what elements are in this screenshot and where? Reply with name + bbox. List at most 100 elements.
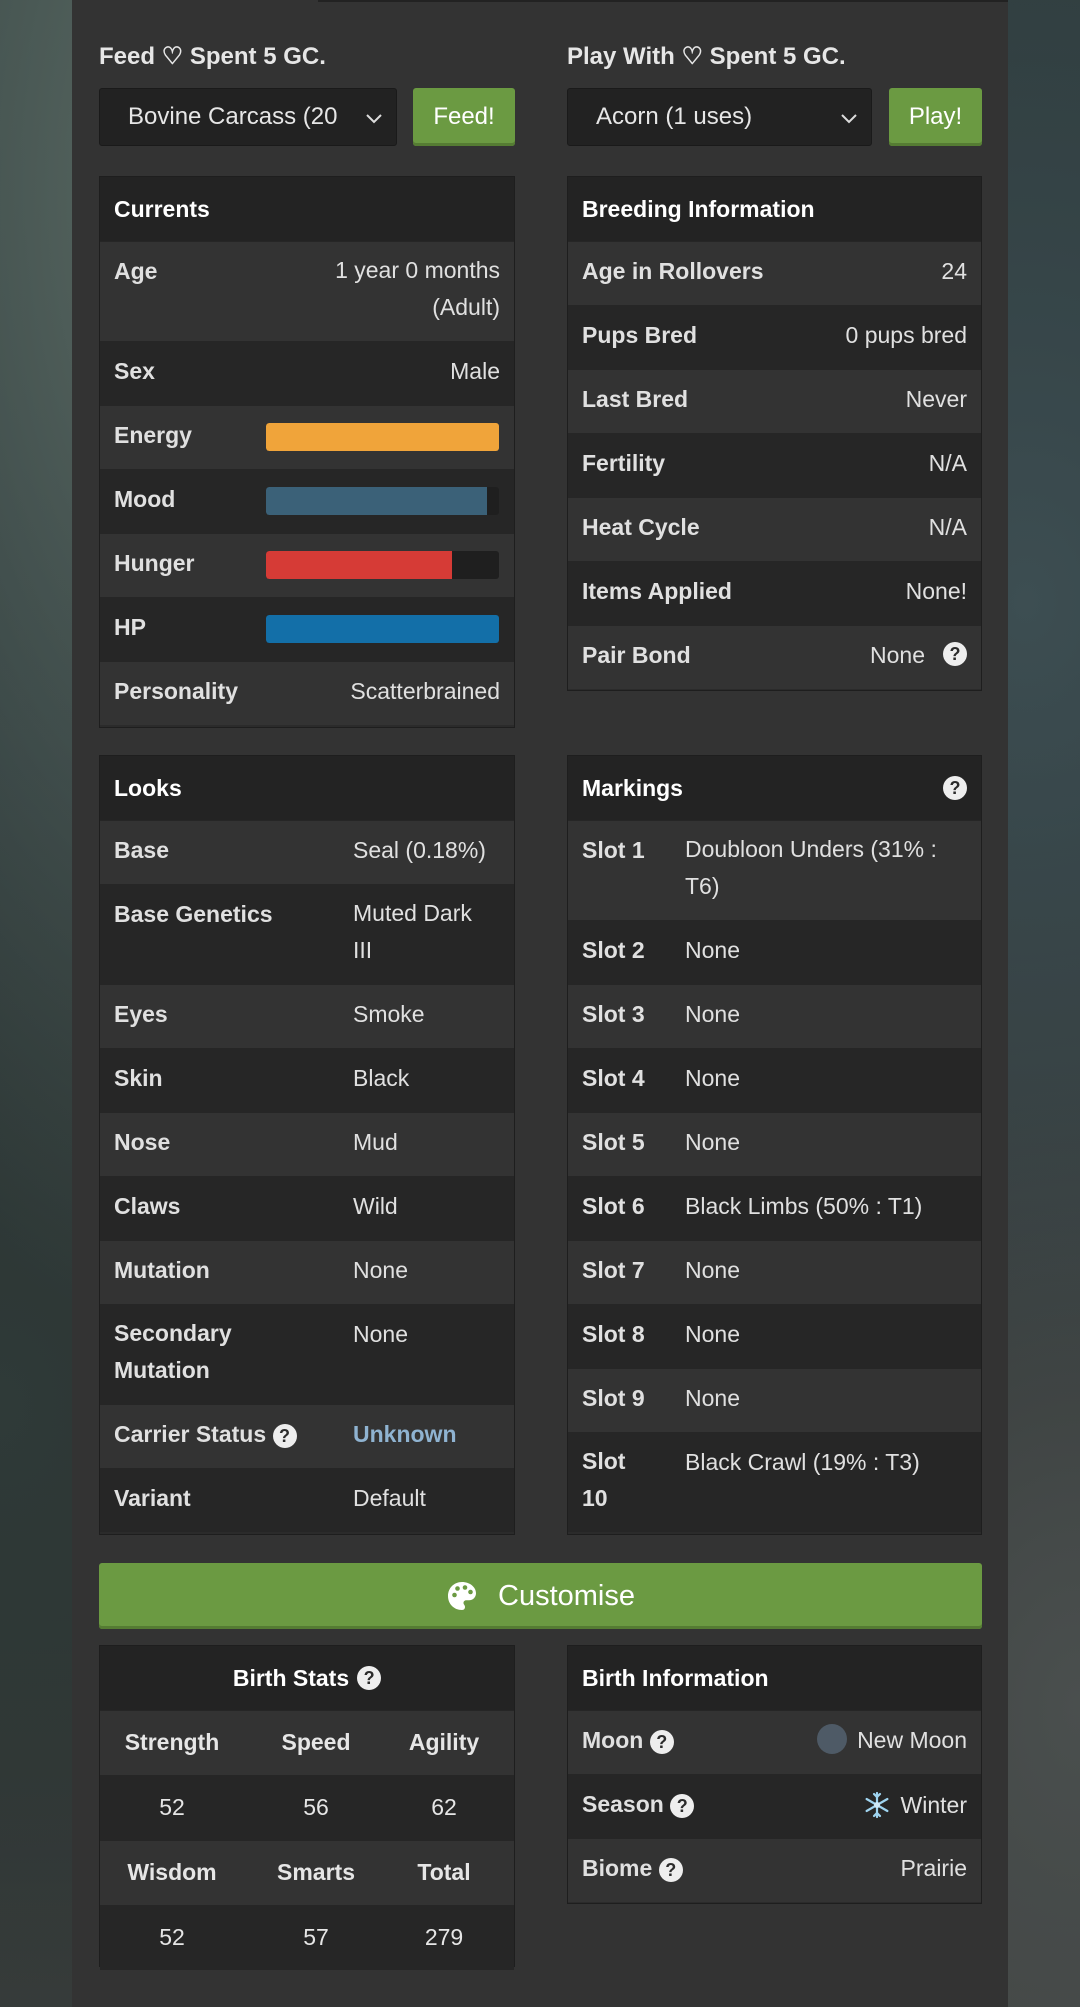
mood-bar [266, 487, 499, 515]
breeding-row-value: 0 pups bred [845, 322, 967, 348]
looks-row: Secondary Mutation None [100, 1304, 514, 1404]
birth-info-row: Biome ? Prairie [568, 1838, 981, 1902]
breeding-row-label: Fertility [582, 450, 666, 476]
season-label: Season [582, 1791, 664, 1817]
new-moon-icon [817, 1723, 848, 1754]
looks-row: Mutation None [100, 1240, 514, 1304]
markings-card: Markings ? Slot 1 Doubloon Unders (31% :… [567, 755, 982, 1535]
slot-10-label: Slot [582, 1448, 626, 1474]
birth-info-row: Moon ? New Moon [568, 1710, 981, 1774]
stat-header: Agility [408, 1729, 480, 1755]
breeding-row-value: N/A [928, 514, 967, 540]
hp-bar-fill [266, 615, 499, 643]
age-label: Age [114, 258, 158, 284]
stat-header: Wisdom [127, 1859, 217, 1885]
variant-label: Variant [114, 1485, 191, 1511]
biome-value: Prairie [900, 1855, 967, 1881]
looks-row: Carrier Status ? Unknown [100, 1404, 514, 1468]
marking-row: Slot 2 None [568, 920, 981, 984]
play-item-select[interactable]: Acorn (1 uses) [567, 88, 872, 146]
customise-button[interactable]: Customise [99, 1563, 982, 1629]
sex-value: Male [450, 358, 500, 384]
marking-row: Slot 9 None [568, 1368, 981, 1432]
breeding-row-label: Pups Bred [582, 322, 698, 348]
stats-header-row: Wisdom Smarts Total [100, 1840, 514, 1905]
base-genetics-label: Base Genetics [114, 901, 273, 927]
looks-row: Claws Wild [100, 1176, 514, 1240]
eyes-value: Smoke [353, 1001, 425, 1027]
slot-6-label: Slot 6 [582, 1193, 645, 1219]
question-circle-icon[interactable]: ? [670, 1793, 695, 1818]
base-label: Base [114, 837, 169, 863]
question-circle-icon[interactable]: ? [357, 1666, 382, 1690]
stat-header: Total [417, 1859, 471, 1885]
stats-value-row: 52 56 62 [100, 1775, 514, 1840]
skin-label: Skin [114, 1065, 163, 1091]
slot-1-value: Doubloon Unders (31% : [685, 836, 937, 862]
age-row: Age 1 year 0 months (Adult) [100, 241, 514, 341]
energy-bar-fill [266, 423, 499, 451]
slot-5-label: Slot 5 [582, 1129, 645, 1155]
stat-value: 56 [303, 1794, 329, 1820]
hp-label: HP [114, 614, 146, 640]
breeding-row: Items Applied None! [568, 561, 981, 625]
carrier-status-value[interactable]: Unknown [353, 1421, 457, 1448]
skin-value: Black [353, 1065, 410, 1091]
mutation-label: Mutation [114, 1257, 210, 1283]
play-button[interactable]: Play! [889, 88, 982, 146]
hp-bar [266, 615, 499, 643]
pair-bond-value: None [870, 642, 925, 668]
slot-4-value: None [685, 1065, 740, 1091]
chevron-down-icon [841, 114, 857, 124]
feed-item-select[interactable]: Bovine Carcass (20 [99, 88, 397, 146]
moon-label: Moon [582, 1727, 644, 1753]
palette-icon [448, 1582, 476, 1610]
stat-header: Smarts [277, 1859, 355, 1885]
stat-value: 52 [159, 1794, 185, 1820]
slot-5-value: None [685, 1129, 740, 1155]
looks-row: Base Seal (0.18%) [100, 820, 514, 884]
question-circle-icon[interactable]: ? [272, 1423, 297, 1448]
question-circle-icon[interactable]: ? [943, 642, 967, 666]
biome-label: Biome [582, 1855, 653, 1881]
currents-title: Currents [100, 177, 514, 241]
slot-8-label: Slot 8 [582, 1321, 645, 1347]
hunger-label: Hunger [114, 550, 195, 576]
carrier-status-label: Carrier Status [114, 1421, 267, 1447]
mood-row: Mood [100, 469, 514, 533]
energy-label: Energy [114, 422, 192, 448]
secondary-mutation-label: Secondary [114, 1320, 232, 1346]
energy-bar [266, 423, 499, 451]
slot-10-value: Black Crawl (19% : T3) [685, 1449, 920, 1475]
breeding-row: Fertility N/A [568, 433, 981, 497]
looks-card: Looks Base Seal (0.18%) Base Genetics Mu… [99, 755, 515, 1535]
slot-3-label: Slot 3 [582, 1001, 645, 1027]
hunger-bar [266, 551, 499, 579]
markings-title: Markings [582, 774, 683, 801]
question-circle-icon[interactable]: ? [943, 776, 967, 800]
breeding-row-label: Items Applied [582, 578, 732, 604]
slot-9-label: Slot 9 [582, 1385, 645, 1411]
slot-6-value: Black Limbs (50% : T1) [685, 1193, 923, 1219]
snowflake-icon [865, 1791, 889, 1819]
mood-bar-fill [266, 487, 488, 515]
marking-row: Slot 3 None [568, 984, 981, 1048]
looks-row: Eyes Smoke [100, 984, 514, 1048]
feed-button[interactable]: Feed! [413, 88, 515, 146]
marking-row: Slot 6 Black Limbs (50% : T1) [568, 1176, 981, 1240]
slot-1-value-line2: T6) [685, 873, 720, 899]
breeding-row-label: Age in Rollovers [582, 258, 764, 284]
stat-header: Speed [281, 1729, 351, 1755]
marking-row: Slot 5 None [568, 1112, 981, 1176]
variant-value: Default [353, 1485, 426, 1511]
breeding-row-value: 24 [941, 258, 967, 284]
nose-label: Nose [114, 1129, 171, 1155]
breeding-row: Heat Cycle N/A [568, 497, 981, 561]
question-circle-icon[interactable]: ? [658, 1857, 683, 1882]
stat-value: 62 [431, 1794, 457, 1820]
season-value: Winter [900, 1791, 967, 1818]
question-circle-icon[interactable]: ? [649, 1729, 674, 1754]
slot-2-value: None [685, 937, 740, 963]
hunger-bar-fill [266, 551, 453, 579]
eyes-label: Eyes [114, 1001, 168, 1027]
